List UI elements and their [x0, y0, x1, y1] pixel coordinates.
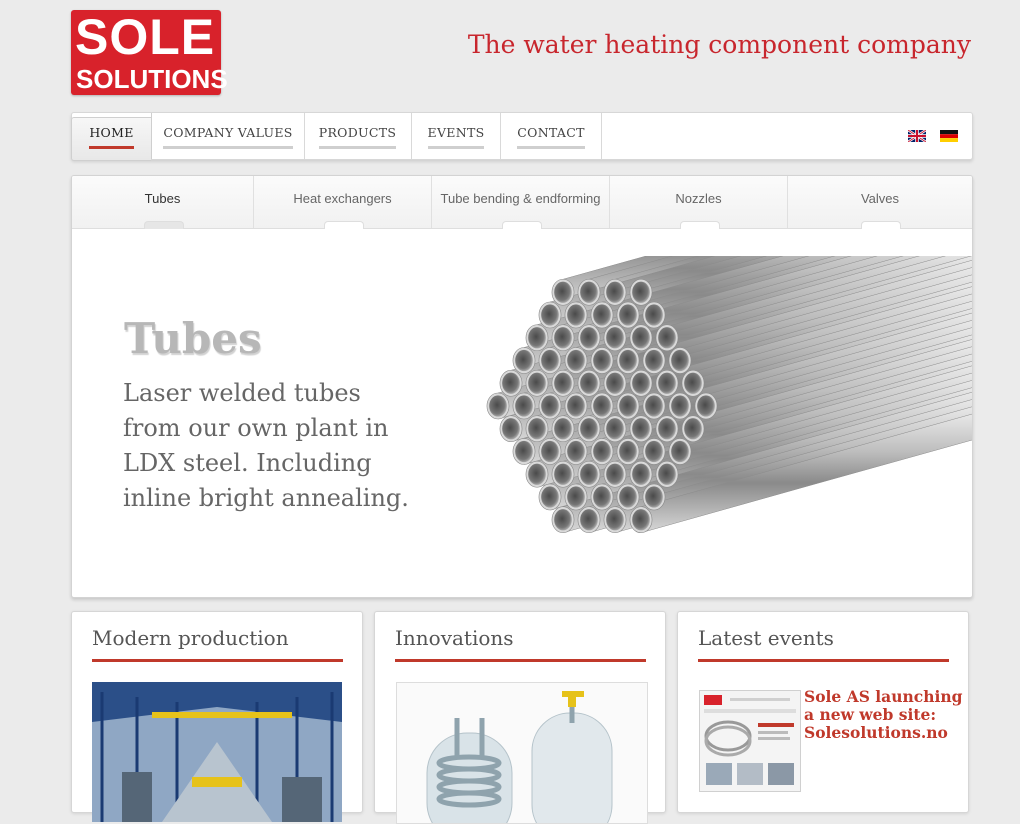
nav-item-label: COMPANY VALUES — [163, 125, 293, 149]
tab-indicator — [501, 221, 542, 229]
tab-nozzles[interactable]: Nozzles — [610, 176, 788, 229]
slide-description: Laser welded tubes from our own plant in… — [123, 379, 409, 512]
event-link[interactable]: Sole AS launching a new web site: Soleso… — [804, 688, 964, 742]
card-modern-production: Modern production — [71, 611, 363, 822]
uk-flag-icon[interactable] — [908, 130, 926, 142]
tab-indicator — [679, 221, 720, 229]
tab-indicator — [323, 221, 364, 229]
tab-tube-bending[interactable]: Tube bending & endforming — [432, 176, 610, 229]
logo-line1: SOLE — [75, 9, 216, 65]
card-title: Latest events — [698, 626, 949, 662]
card-title: Modern production — [92, 626, 343, 662]
nav-item-label: EVENTS — [427, 125, 485, 149]
tab-indicator — [861, 221, 901, 229]
product-slider: Tubes Heat exchangers Tube bending & end… — [71, 175, 973, 598]
factory-photo[interactable] — [92, 682, 342, 822]
heat-exchanger-image[interactable] — [396, 682, 648, 824]
logo[interactable]: SOLE SOLUTIONS — [71, 9, 228, 95]
steel-tubes-image — [486, 256, 972, 534]
nav-item-products[interactable]: PRODUCTS — [304, 113, 412, 159]
nav-item-company-values[interactable]: COMPANY VALUES — [151, 113, 305, 159]
nav-item-label: PRODUCTS — [318, 125, 397, 149]
card-innovations: Innovations — [374, 611, 666, 824]
tagline: The water heating component company — [467, 30, 971, 59]
tab-valves[interactable]: Valves — [788, 176, 972, 229]
nav-item-events[interactable]: EVENTS — [412, 113, 501, 159]
card-title: Innovations — [395, 626, 646, 662]
tab-indicator — [143, 221, 184, 229]
main-nav: HOME COMPANY VALUES PRODUCTS EVENTS CONT… — [71, 112, 973, 161]
logo-line2: SOLUTIONS — [76, 64, 228, 94]
card-latest-events: Latest events Sole AS launching a new we… — [677, 611, 969, 813]
event-thumbnail[interactable] — [699, 690, 801, 792]
nav-item-label: CONTACT — [517, 125, 585, 149]
slide-title: Tubes — [124, 314, 262, 363]
slider-tabs: Tubes Heat exchangers Tube bending & end… — [72, 176, 972, 229]
nav-item-contact[interactable]: CONTACT — [501, 113, 602, 159]
tab-tubes[interactable]: Tubes — [72, 176, 254, 229]
nav-item-home[interactable]: HOME — [72, 113, 151, 159]
tab-heat-exchangers[interactable]: Heat exchangers — [254, 176, 432, 229]
germany-flag-icon[interactable] — [940, 130, 958, 142]
nav-item-label: HOME — [89, 125, 134, 149]
